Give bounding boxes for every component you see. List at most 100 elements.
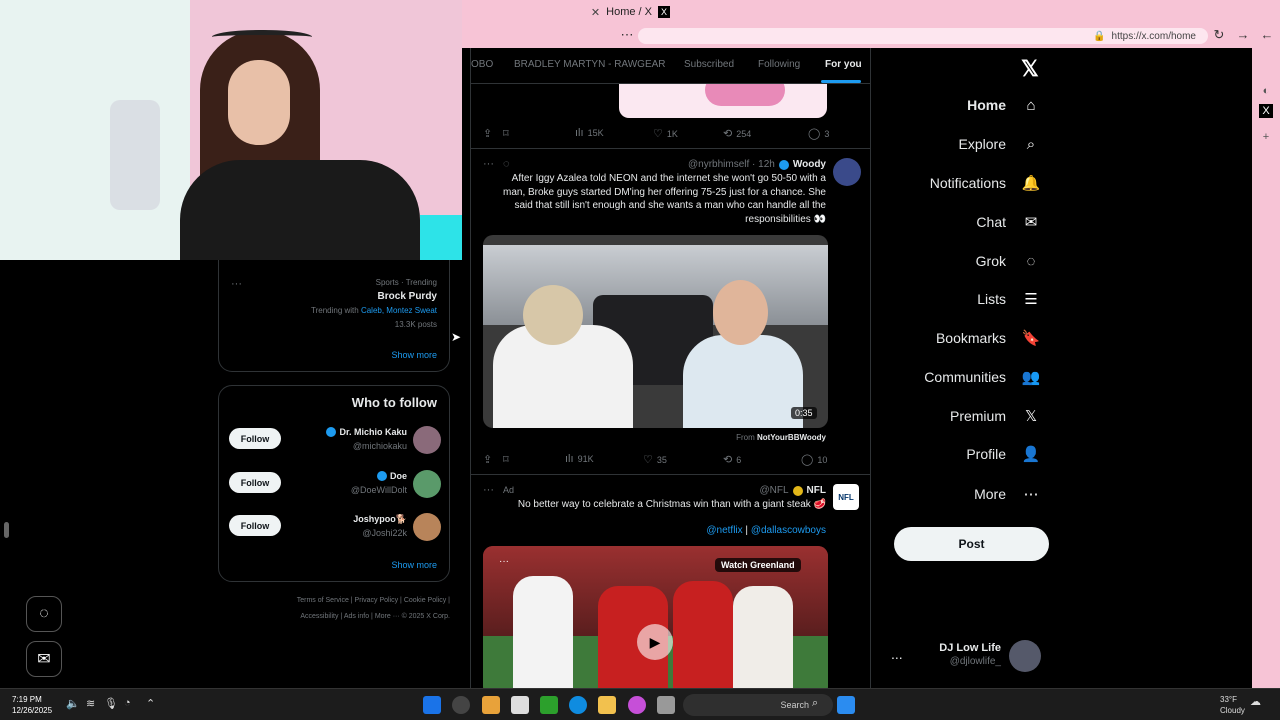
scrollbar-thumb[interactable] — [4, 522, 9, 538]
tweet-author[interactable]: Woody — [793, 159, 826, 170]
retweet-button[interactable]: ⟲ 6 — [723, 453, 741, 466]
ad-video[interactable]: ··· Watch Greenland ▶ — [483, 546, 828, 688]
nav-lists[interactable]: Lists ☰ — [977, 290, 1040, 308]
link-dallascowboys[interactable]: @dallascowboys — [751, 525, 826, 536]
bookmark-icon[interactable]: ⌑ — [503, 453, 509, 466]
tweet-handle[interactable]: @NFL — [760, 485, 789, 496]
wifi-icon[interactable]: ≋ — [86, 697, 95, 710]
reply-button[interactable]: ◯ 3 — [808, 127, 829, 140]
refresh-icon[interactable]: ↻ — [1210, 26, 1228, 44]
tab-list-bradley-martyn[interactable]: BRADLEY MARTYN - RAWGEAR — [514, 59, 666, 70]
trends-show-more-link[interactable]: Show more — [391, 350, 437, 360]
taskbar-explorer-icon[interactable] — [598, 696, 616, 714]
tab-list-obo[interactable]: OBO — [471, 59, 493, 70]
play-icon[interactable]: ▶ — [637, 624, 673, 660]
nav-premium[interactable]: Premium 𝕏 — [950, 407, 1040, 425]
follow-suggestion[interactable]: Doe @DoeWillDolt Follow — [219, 468, 451, 502]
footer-links-row1[interactable]: Terms of Service | Privacy Policy | Cook… — [297, 597, 450, 604]
url-field[interactable]: 🔒 https://x.com/home — [638, 28, 1208, 44]
mic-icon[interactable]: 🎙 — [104, 697, 118, 710]
bookmark-icon[interactable]: ⌑ — [503, 127, 509, 140]
taskbar-edge-icon[interactable] — [569, 696, 587, 714]
account-more-icon[interactable]: ... — [891, 646, 903, 662]
tab-subscribed[interactable]: Subscribed — [684, 59, 734, 70]
volume-icon[interactable]: 🔈 — [66, 697, 80, 710]
grok-float-icon[interactable]: ◌ — [26, 596, 62, 632]
x-premium-icon: 𝕏 — [1024, 408, 1038, 425]
tab-following[interactable]: Following — [758, 59, 800, 70]
nav-chat[interactable]: Chat ✉ — [976, 213, 1040, 231]
retweet-button[interactable]: ⟲ 254 — [723, 127, 751, 140]
follow-suggestion[interactable]: Joshypoo🐕 @Joshi22k Follow — [219, 511, 451, 545]
taskbar-app-icon[interactable] — [423, 696, 441, 714]
views-count[interactable]: ılı 15K — [575, 127, 604, 139]
nav-grok[interactable]: Grok ◌ — [976, 252, 1040, 270]
nav-notifications[interactable]: Notifications 🔔 — [930, 174, 1041, 192]
follow-button[interactable]: Follow — [229, 472, 281, 493]
tweet-more-icon[interactable]: ··· — [483, 484, 494, 496]
follow-button[interactable]: Follow — [229, 428, 281, 449]
windows-start-icon[interactable] — [837, 696, 855, 714]
profile-icon: 👤 — [1021, 446, 1041, 463]
account-switcher[interactable]: ... DJ Low Life @djlowlife_ — [891, 638, 1041, 674]
tweet-video[interactable]: 0:35 — [483, 235, 828, 428]
follow-suggestion[interactable]: Dr. Michio Kaku @michiokaku Follow — [219, 424, 451, 458]
taskbar-store-icon[interactable] — [482, 696, 500, 714]
taskbar-app-icon[interactable] — [628, 696, 646, 714]
taskbar-taskview-icon[interactable] — [657, 696, 675, 714]
nav-home[interactable]: Home ⌂ — [967, 96, 1040, 114]
copilot-icon[interactable]: ◐ — [1259, 84, 1273, 98]
nfl-logo[interactable]: NFL — [833, 484, 859, 510]
tweet-image[interactable] — [619, 84, 827, 118]
taskbar-xbox-icon[interactable] — [540, 696, 558, 714]
x-home-logo[interactable]: 𝕏 — [1021, 56, 1039, 82]
edge-tray-icon[interactable]: ◔ — [124, 697, 131, 709]
like-button[interactable]: ♡ 1K — [653, 127, 678, 140]
taskbar-app-icon[interactable] — [452, 696, 470, 714]
share-icon[interactable]: ⇪ — [483, 453, 492, 466]
follow-button[interactable]: Follow — [229, 515, 281, 536]
tab-for-you[interactable]: For you — [825, 59, 862, 70]
avatar[interactable] — [413, 470, 441, 498]
video-more-icon[interactable]: ··· — [499, 556, 509, 567]
close-tab-icon[interactable]: ✕ — [591, 6, 600, 19]
weather-widget[interactable]: 33°F Cloudy — [1220, 694, 1245, 716]
reply-button[interactable]: ◯ 10 — [801, 453, 827, 466]
nav-bookmarks[interactable]: Bookmarks 🔖 — [936, 329, 1040, 347]
trend-more-icon[interactable]: ··· — [231, 278, 242, 290]
post-button[interactable]: Post — [894, 527, 1049, 561]
forward-icon[interactable]: → — [1234, 26, 1252, 44]
views-count[interactable]: ılı 91K — [565, 453, 594, 465]
grok-icon[interactable]: ◌ — [503, 158, 510, 170]
avatar[interactable] — [833, 158, 861, 186]
tweet-more-icon[interactable]: ··· — [483, 158, 494, 170]
add-icon[interactable]: + — [1259, 130, 1273, 144]
nav-explore[interactable]: Explore ⌕ — [959, 135, 1040, 153]
trend-title[interactable]: Brock Purdy — [378, 291, 437, 302]
nav-more[interactable]: More ⋯ — [974, 485, 1040, 503]
taskbar-search[interactable]: Search — [683, 694, 833, 716]
trend-with-links[interactable]: Caleb, Montez Sweat — [361, 306, 437, 315]
menu-icon[interactable]: ⋯ — [618, 26, 636, 44]
avatar[interactable] — [1009, 640, 1041, 672]
link-netflix[interactable]: @netflix — [706, 525, 742, 536]
share-icon[interactable]: ⇪ — [483, 127, 492, 140]
like-button[interactable]: ♡ 35 — [643, 453, 667, 466]
nav-communities[interactable]: Communities 👥 — [924, 368, 1040, 386]
who-to-follow-show-more-link[interactable]: Show more — [391, 560, 437, 570]
chevron-up-icon[interactable]: ⌃ — [146, 697, 155, 710]
x-pinned-icon[interactable]: X — [1259, 104, 1273, 118]
taskbar-notepad-icon[interactable] — [511, 696, 529, 714]
video-source[interactable]: From NotYourBBWoody — [736, 433, 826, 442]
tweet-author[interactable]: NFL — [807, 485, 826, 496]
messages-float-icon[interactable]: ✉ — [26, 641, 62, 677]
footer-links-row2[interactable]: Accessibility | Ads info | More ··· © 20… — [300, 613, 450, 620]
browser-tab[interactable]: ✕ Home / X X — [591, 3, 670, 21]
nav-profile[interactable]: Profile 👤 — [966, 445, 1040, 463]
avatar[interactable] — [413, 513, 441, 541]
watch-badge[interactable]: Watch Greenland — [715, 558, 801, 572]
avatar[interactable] — [413, 426, 441, 454]
clock[interactable]: 7:19 PM 12/26/2025 — [12, 694, 52, 716]
tweet-handle[interactable]: @nyrbhimself · 12h — [688, 159, 775, 170]
back-icon[interactable]: ← — [1258, 26, 1276, 44]
